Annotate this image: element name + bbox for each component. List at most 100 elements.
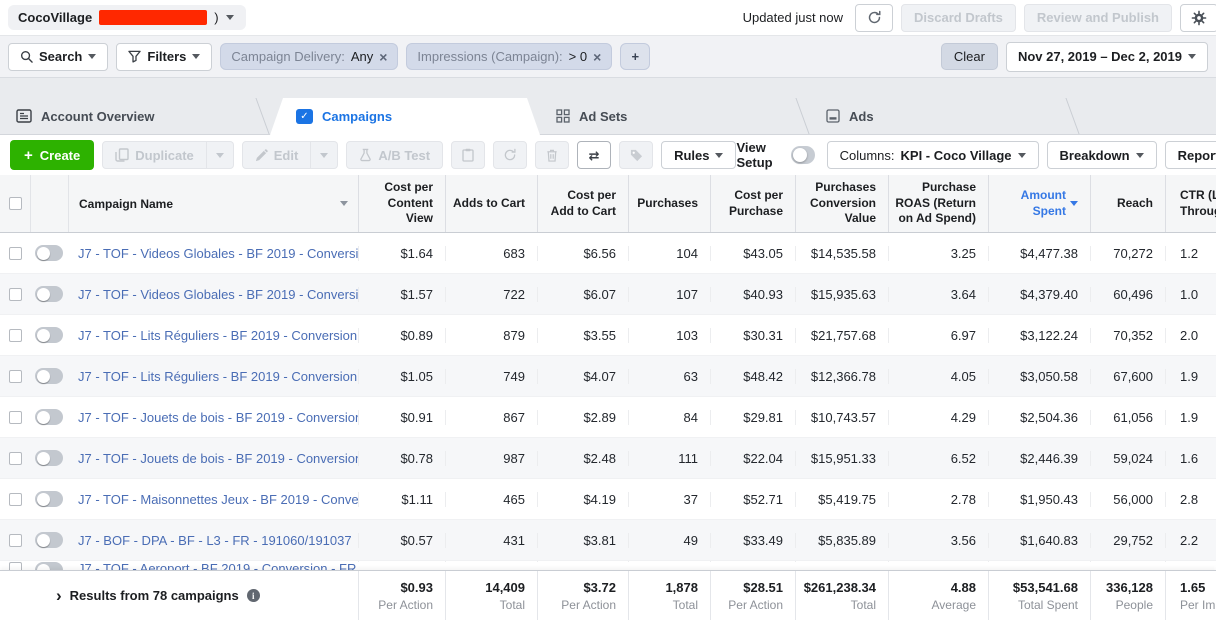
plus-icon: + bbox=[631, 49, 639, 64]
column-header-9[interactable]: CTR (Link Click-Through Rate) bbox=[1165, 175, 1216, 232]
column-header-label: CTR (Link Click-Through Rate) bbox=[1180, 188, 1216, 219]
tab-ads[interactable]: Ads bbox=[810, 98, 1080, 134]
view-setup-control: View Setup bbox=[736, 140, 814, 170]
campaign-name-link[interactable]: J7 - TOF - Videos Globales - BF 2019 - C… bbox=[78, 246, 358, 261]
campaign-name-link[interactable]: J7 - TOF - Jouets de bois - BF 2019 - Co… bbox=[78, 410, 358, 425]
row-checkbox[interactable] bbox=[9, 534, 22, 547]
campaign-name-link[interactable]: J7 - TOF - Aeroport - BF 2019 - Conversi… bbox=[78, 561, 356, 570]
campaign-active-toggle[interactable] bbox=[35, 562, 63, 570]
tab-label: Account Overview bbox=[41, 109, 154, 124]
account-selector[interactable]: CocoVillage ) bbox=[8, 5, 246, 30]
delete-button[interactable] bbox=[535, 141, 569, 169]
toggle-knob bbox=[37, 452, 50, 465]
history-button[interactable] bbox=[493, 141, 527, 169]
add-filter-button[interactable]: + bbox=[620, 43, 650, 70]
breakdown-button[interactable]: Breakdown bbox=[1047, 141, 1157, 169]
settings-button[interactable] bbox=[1180, 4, 1216, 32]
column-header-7[interactable]: Amount Spent bbox=[988, 175, 1090, 232]
campaign-name-link[interactable]: J7 - BOF - DPA - BF - L3 - FR - 191060/1… bbox=[78, 533, 352, 548]
remove-filter-icon[interactable]: × bbox=[593, 50, 601, 64]
view-setup-toggle[interactable] bbox=[791, 146, 814, 164]
tab-label: Ad Sets bbox=[579, 109, 627, 124]
campaign-active-toggle[interactable] bbox=[35, 409, 63, 425]
column-header-0[interactable]: Cost per Content View bbox=[358, 175, 445, 232]
duplicate-button[interactable]: Duplicate bbox=[102, 141, 207, 169]
swap-arrows-icon: ⇄ bbox=[589, 149, 600, 162]
row-checkbox[interactable] bbox=[9, 329, 22, 342]
column-header-5[interactable]: Purchases Conversion Value bbox=[795, 175, 888, 232]
metric-cell: $10,743.57 bbox=[795, 410, 888, 425]
caret-down-icon bbox=[1136, 153, 1144, 158]
campaign-active-toggle[interactable] bbox=[35, 532, 63, 548]
campaign-active-toggle[interactable] bbox=[35, 286, 63, 302]
caret-down-icon bbox=[715, 153, 723, 158]
row-checkbox-cell bbox=[0, 329, 30, 342]
column-header-4[interactable]: Cost per Purchase bbox=[710, 175, 795, 232]
row-checkbox[interactable] bbox=[9, 452, 22, 465]
clear-filters-button[interactable]: Clear bbox=[941, 43, 998, 70]
remove-filter-icon[interactable]: × bbox=[379, 50, 387, 64]
row-checkbox[interactable] bbox=[9, 247, 22, 260]
row-checkbox[interactable] bbox=[9, 493, 22, 506]
edit-button[interactable]: Edit bbox=[242, 141, 312, 169]
tab-campaigns[interactable]: ✓ Campaigns bbox=[270, 98, 540, 135]
column-header-campaign-name[interactable]: Campaign Name bbox=[68, 175, 358, 232]
campaign-name-link[interactable]: J7 - TOF - Lits Réguliers - BF 2019 - Co… bbox=[78, 328, 358, 343]
filter-chip-impressions[interactable]: Impressions (Campaign): > 0 × bbox=[406, 43, 612, 70]
discard-drafts-button[interactable]: Discard Drafts bbox=[901, 4, 1016, 32]
row-checkbox-cell bbox=[0, 370, 30, 383]
reports-button[interactable]: Reports bbox=[1165, 141, 1216, 169]
row-checkbox[interactable] bbox=[9, 370, 22, 383]
create-button[interactable]: + Create bbox=[10, 140, 94, 170]
campaign-active-toggle[interactable] bbox=[35, 245, 63, 261]
toolbar-left: + Create Duplicate Edit A/B Test bbox=[10, 140, 736, 170]
column-header-8[interactable]: Reach bbox=[1090, 175, 1165, 232]
campaign-active-toggle[interactable] bbox=[35, 491, 63, 507]
campaign-name-link[interactable]: J7 - TOF - Jouets de bois - BF 2019 - Co… bbox=[78, 451, 358, 466]
campaign-name-link[interactable]: J7 - TOF - Lits Réguliers - BF 2019 - Co… bbox=[78, 369, 358, 384]
row-checkbox[interactable] bbox=[9, 288, 22, 301]
rules-button[interactable]: Rules bbox=[661, 141, 736, 169]
filters-button[interactable]: Filters bbox=[116, 43, 212, 71]
duplicate-dropdown-button[interactable] bbox=[207, 141, 234, 169]
campaign-name-link[interactable]: J7 - TOF - Videos Globales - BF 2019 - C… bbox=[78, 287, 358, 302]
expand-results-icon[interactable]: › bbox=[56, 587, 62, 604]
metric-cell: 6.52 bbox=[888, 451, 988, 466]
metric-cell bbox=[445, 561, 537, 562]
tag-button[interactable] bbox=[619, 141, 653, 169]
column-header-3[interactable]: Purchases bbox=[628, 175, 710, 232]
ab-test-button[interactable]: A/B Test bbox=[346, 141, 443, 169]
caret-down-icon bbox=[340, 201, 348, 206]
column-header-6[interactable]: Purchase ROAS (Return on Ad Spend) bbox=[888, 175, 988, 232]
columns-button[interactable]: Columns: KPI - Coco Village bbox=[827, 141, 1039, 169]
row-toggle-cell bbox=[30, 532, 68, 548]
search-button[interactable]: Search bbox=[8, 43, 108, 71]
pivot-view-button[interactable]: ⇄ bbox=[577, 141, 611, 169]
toggle-knob bbox=[37, 493, 50, 506]
campaign-name-link[interactable]: J7 - TOF - Maisonnettes Jeux - BF 2019 -… bbox=[78, 492, 358, 507]
info-icon[interactable]: i bbox=[247, 589, 260, 602]
footer-total-cell: $0.93Per Action bbox=[358, 571, 445, 620]
row-checkbox[interactable] bbox=[9, 562, 22, 570]
columns-value: KPI - Coco Village bbox=[901, 148, 1012, 163]
select-all-checkbox[interactable] bbox=[9, 197, 22, 210]
toggle-knob bbox=[37, 329, 50, 342]
campaign-active-toggle[interactable] bbox=[35, 368, 63, 384]
row-checkbox[interactable] bbox=[9, 411, 22, 424]
edit-dropdown-button[interactable] bbox=[311, 141, 338, 169]
metric-cell: $1.05 bbox=[358, 369, 445, 384]
column-header-2[interactable]: Cost per Add to Cart bbox=[537, 175, 628, 232]
refresh-button[interactable] bbox=[855, 4, 893, 32]
campaign-active-toggle[interactable] bbox=[35, 327, 63, 343]
notes-button[interactable] bbox=[451, 141, 485, 169]
metric-cell: $48.42 bbox=[710, 369, 795, 384]
tab-ad-sets[interactable]: Ad Sets bbox=[540, 98, 810, 134]
filter-chip-campaign-delivery[interactable]: Campaign Delivery: Any × bbox=[220, 43, 398, 70]
date-range-selector[interactable]: Nov 27, 2019 – Dec 2, 2019 bbox=[1006, 42, 1208, 72]
campaign-active-toggle[interactable] bbox=[35, 450, 63, 466]
search-icon bbox=[20, 50, 33, 63]
campaign-name-cell: J7 - TOF - Jouets de bois - BF 2019 - Co… bbox=[68, 451, 358, 466]
column-header-1[interactable]: Adds to Cart bbox=[445, 175, 537, 232]
review-publish-button[interactable]: Review and Publish bbox=[1024, 4, 1172, 32]
tab-account-overview[interactable]: Account Overview bbox=[0, 98, 270, 134]
